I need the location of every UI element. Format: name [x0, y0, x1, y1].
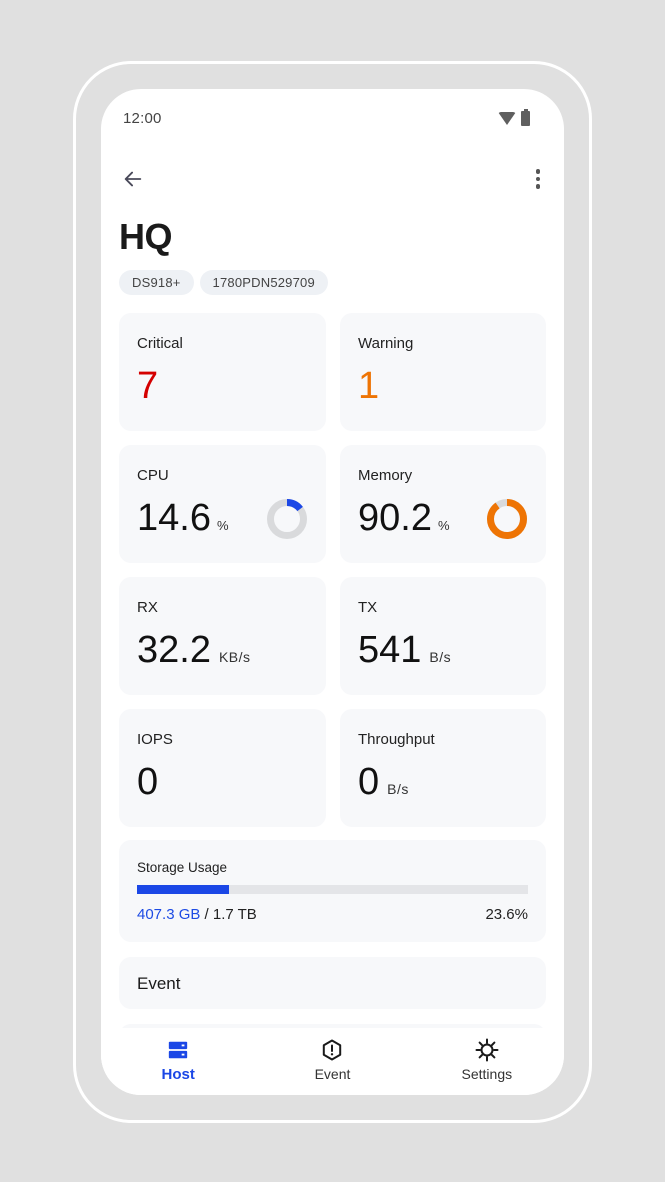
- nav-settings[interactable]: Settings: [410, 1028, 564, 1095]
- page-title: HQ: [119, 216, 173, 257]
- rx-card[interactable]: RX 32.2 KB/s: [119, 577, 326, 695]
- event-section-label: Event: [137, 974, 181, 993]
- warning-label: Warning: [358, 335, 414, 352]
- cpu-donut-chart: [267, 499, 307, 539]
- more-vertical-icon: [535, 169, 541, 174]
- throughput-value: 0: [358, 761, 380, 803]
- bottom-navigation: Host Event Settings: [101, 1028, 564, 1095]
- wifi-icon: [498, 112, 516, 125]
- nav-event-label: Event: [314, 1066, 351, 1082]
- warning-card[interactable]: Warning 1: [340, 313, 546, 431]
- throughput-label: Throughput: [358, 731, 435, 748]
- rx-value: 32.2: [137, 629, 211, 671]
- memory-unit: %: [437, 518, 451, 533]
- nav-host[interactable]: Host: [101, 1028, 255, 1095]
- app-screen: 12:00 HQ DS918+ 1780PDN529709 Critical 7: [101, 89, 564, 1095]
- serial-chip: 1780PDN529709: [199, 270, 328, 295]
- throughput-unit: B/s: [387, 781, 409, 797]
- storage-total: / 1.7 TB: [200, 906, 257, 923]
- memory-donut-chart: [487, 499, 527, 539]
- back-button[interactable]: [119, 165, 147, 193]
- cpu-card[interactable]: CPU 14.6 %: [119, 445, 326, 563]
- storage-percent: 23.6%: [485, 906, 528, 923]
- event-section[interactable]: Event: [119, 957, 546, 1009]
- critical-label: Critical: [137, 335, 183, 352]
- host-chips: DS918+ 1780PDN529709: [119, 270, 328, 295]
- rx-unit: KB/s: [218, 649, 251, 665]
- iops-card[interactable]: IOPS 0: [119, 709, 326, 827]
- tx-label: TX: [358, 599, 378, 616]
- throughput-card[interactable]: Throughput 0 B/s: [340, 709, 546, 827]
- storage-label: Storage Usage: [137, 860, 228, 875]
- storage-usage-card[interactable]: Storage Usage 407.3 GB / 1.7 TB 23.6%: [119, 840, 546, 942]
- nav-settings-label: Settings: [461, 1066, 513, 1082]
- critical-value: 7: [137, 365, 159, 407]
- server-icon: [168, 1041, 188, 1059]
- storage-used: 407.3 GB: [137, 906, 201, 923]
- warning-value: 1: [358, 365, 380, 407]
- storage-progress-fill: [137, 885, 230, 894]
- storage-progress-bar: [137, 885, 528, 894]
- cpu-label: CPU: [137, 467, 169, 484]
- tx-unit: B/s: [429, 649, 452, 665]
- critical-card[interactable]: Critical 7: [119, 313, 326, 431]
- arrow-left-icon: [124, 171, 142, 187]
- metrics-grid: Critical 7 Warning 1 CPU 14.6 % Memory 9…: [119, 313, 546, 827]
- status-bar: 12:00: [101, 89, 564, 149]
- rx-label: RX: [137, 599, 158, 616]
- memory-donut-arc: [487, 499, 527, 539]
- memory-value: 90.2: [358, 497, 432, 539]
- status-time: 12:00: [123, 110, 162, 127]
- battery-icon: [521, 109, 530, 126]
- nav-host-label: Host: [161, 1066, 195, 1083]
- iops-value: 0: [137, 761, 159, 803]
- alert-hexagon-icon: [323, 1039, 342, 1061]
- nav-event[interactable]: Event: [255, 1028, 409, 1095]
- cpu-value: 14.6: [137, 497, 211, 539]
- tx-value: 541: [358, 629, 422, 671]
- model-chip: DS918+: [119, 270, 194, 295]
- tx-card[interactable]: TX 541 B/s: [340, 577, 546, 695]
- status-icons: [498, 109, 530, 126]
- app-bar: [101, 159, 564, 199]
- more-options-button[interactable]: [524, 165, 552, 193]
- memory-card[interactable]: Memory 90.2 %: [340, 445, 546, 563]
- gear-icon: [475, 1038, 499, 1062]
- memory-label: Memory: [358, 467, 413, 484]
- cpu-unit: %: [216, 518, 230, 533]
- iops-label: IOPS: [137, 731, 173, 748]
